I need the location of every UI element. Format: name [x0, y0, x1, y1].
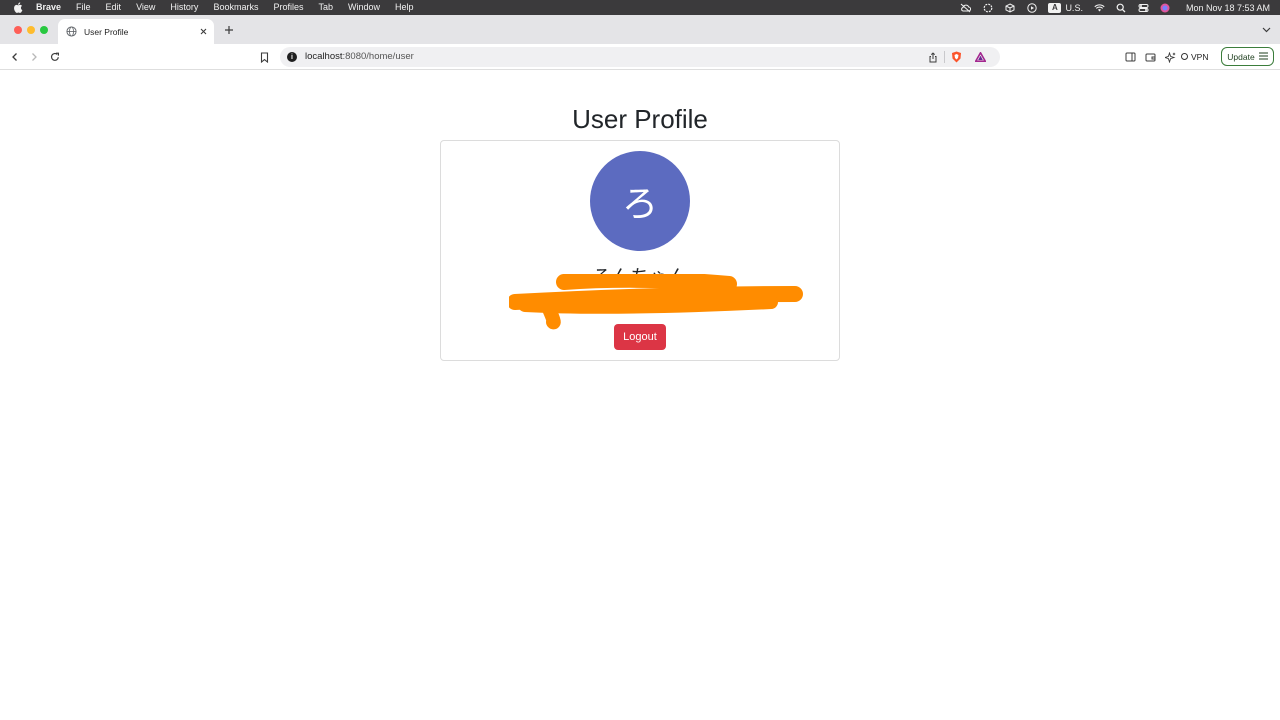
url-path: :8080/home/user: [342, 51, 414, 62]
tab-search-chevron-icon[interactable]: [1260, 24, 1272, 36]
brave-shields-icon[interactable]: [950, 51, 962, 63]
wifi-icon[interactable]: [1094, 2, 1105, 13]
globe-icon: [66, 25, 78, 38]
tab-user-profile[interactable]: User Profile: [58, 19, 214, 44]
profile-card: ろ ろんちゃん Logout: [440, 140, 840, 361]
leo-ai-sparkle-icon[interactable]: [1163, 50, 1177, 64]
cloud-sync-icon[interactable]: [960, 2, 972, 13]
brave-rewards-icon[interactable]: [974, 51, 986, 63]
logout-button[interactable]: Logout: [614, 324, 666, 350]
macos-menu-bar: Brave File Edit View History Bookmarks P…: [0, 0, 1280, 15]
menu-app-name[interactable]: Brave: [36, 0, 61, 15]
siri-icon[interactable]: [1160, 2, 1171, 13]
url-host: localhost: [305, 51, 343, 62]
avatar: ろ: [590, 151, 690, 251]
tab-title: User Profile: [84, 26, 129, 37]
box-icon[interactable]: [1004, 2, 1015, 13]
bookmark-icon[interactable]: [257, 50, 271, 64]
menu-bookmarks[interactable]: Bookmarks: [213, 0, 258, 15]
page-title: User Profile: [572, 104, 708, 134]
window-close-button[interactable]: [14, 26, 22, 34]
apple-icon[interactable]: [12, 2, 24, 14]
vpn-label: VPN: [1191, 51, 1209, 62]
menu-history[interactable]: History: [170, 0, 198, 15]
update-button[interactable]: Update: [1221, 47, 1274, 66]
vpn-status-icon: [1181, 53, 1188, 60]
menu-tab[interactable]: Tab: [318, 0, 333, 15]
hamburger-menu-icon: [1258, 51, 1268, 62]
menu-view[interactable]: View: [136, 0, 155, 15]
update-label: Update: [1227, 51, 1255, 62]
address-bar[interactable]: i localhost:8080/home/user: [280, 47, 1000, 67]
menu-file[interactable]: File: [76, 0, 91, 15]
menu-edit[interactable]: Edit: [106, 0, 122, 15]
control-center-icon[interactable]: [1138, 2, 1149, 13]
openai-icon[interactable]: [982, 2, 993, 13]
new-tab-plus-icon[interactable]: [222, 23, 236, 37]
sidebar-toggle-icon[interactable]: [1123, 50, 1137, 64]
site-info-icon[interactable]: i: [287, 52, 297, 62]
redaction-scribble: [509, 274, 803, 330]
input-source-label: U.S.: [1065, 2, 1083, 13]
back-arrow-icon[interactable]: [8, 50, 22, 64]
browser-toolbar: i localhost:8080/home/user VPN Update: [0, 44, 1280, 70]
menubar-clock[interactable]: Mon Nov 18 7:53 AM: [1186, 3, 1270, 13]
address-bar-divider: [944, 51, 945, 63]
play-circle-icon[interactable]: [1026, 2, 1037, 13]
share-icon[interactable]: [927, 51, 939, 63]
tab-strip: User Profile: [0, 15, 1280, 44]
window-zoom-button[interactable]: [40, 26, 48, 34]
vpn-button[interactable]: VPN: [1181, 49, 1208, 64]
reload-icon[interactable]: [48, 50, 62, 64]
menu-profiles[interactable]: Profiles: [273, 0, 303, 15]
tab-close-icon[interactable]: [198, 27, 208, 37]
window-minimize-button[interactable]: [27, 26, 35, 34]
forward-arrow-icon[interactable]: [27, 50, 41, 64]
input-source-menu[interactable]: A U.S.: [1048, 2, 1083, 13]
page-content: User Profile ろ ろんちゃん Logout: [0, 71, 1280, 720]
wallet-icon[interactable]: [1143, 50, 1157, 64]
avatar-initial: ろ: [621, 184, 658, 225]
input-source-badge: A: [1048, 2, 1062, 13]
menu-window[interactable]: Window: [348, 0, 380, 15]
spotlight-search-icon[interactable]: [1116, 2, 1127, 13]
menu-help[interactable]: Help: [395, 0, 414, 15]
url-text[interactable]: localhost:8080/home/user: [305, 51, 414, 62]
